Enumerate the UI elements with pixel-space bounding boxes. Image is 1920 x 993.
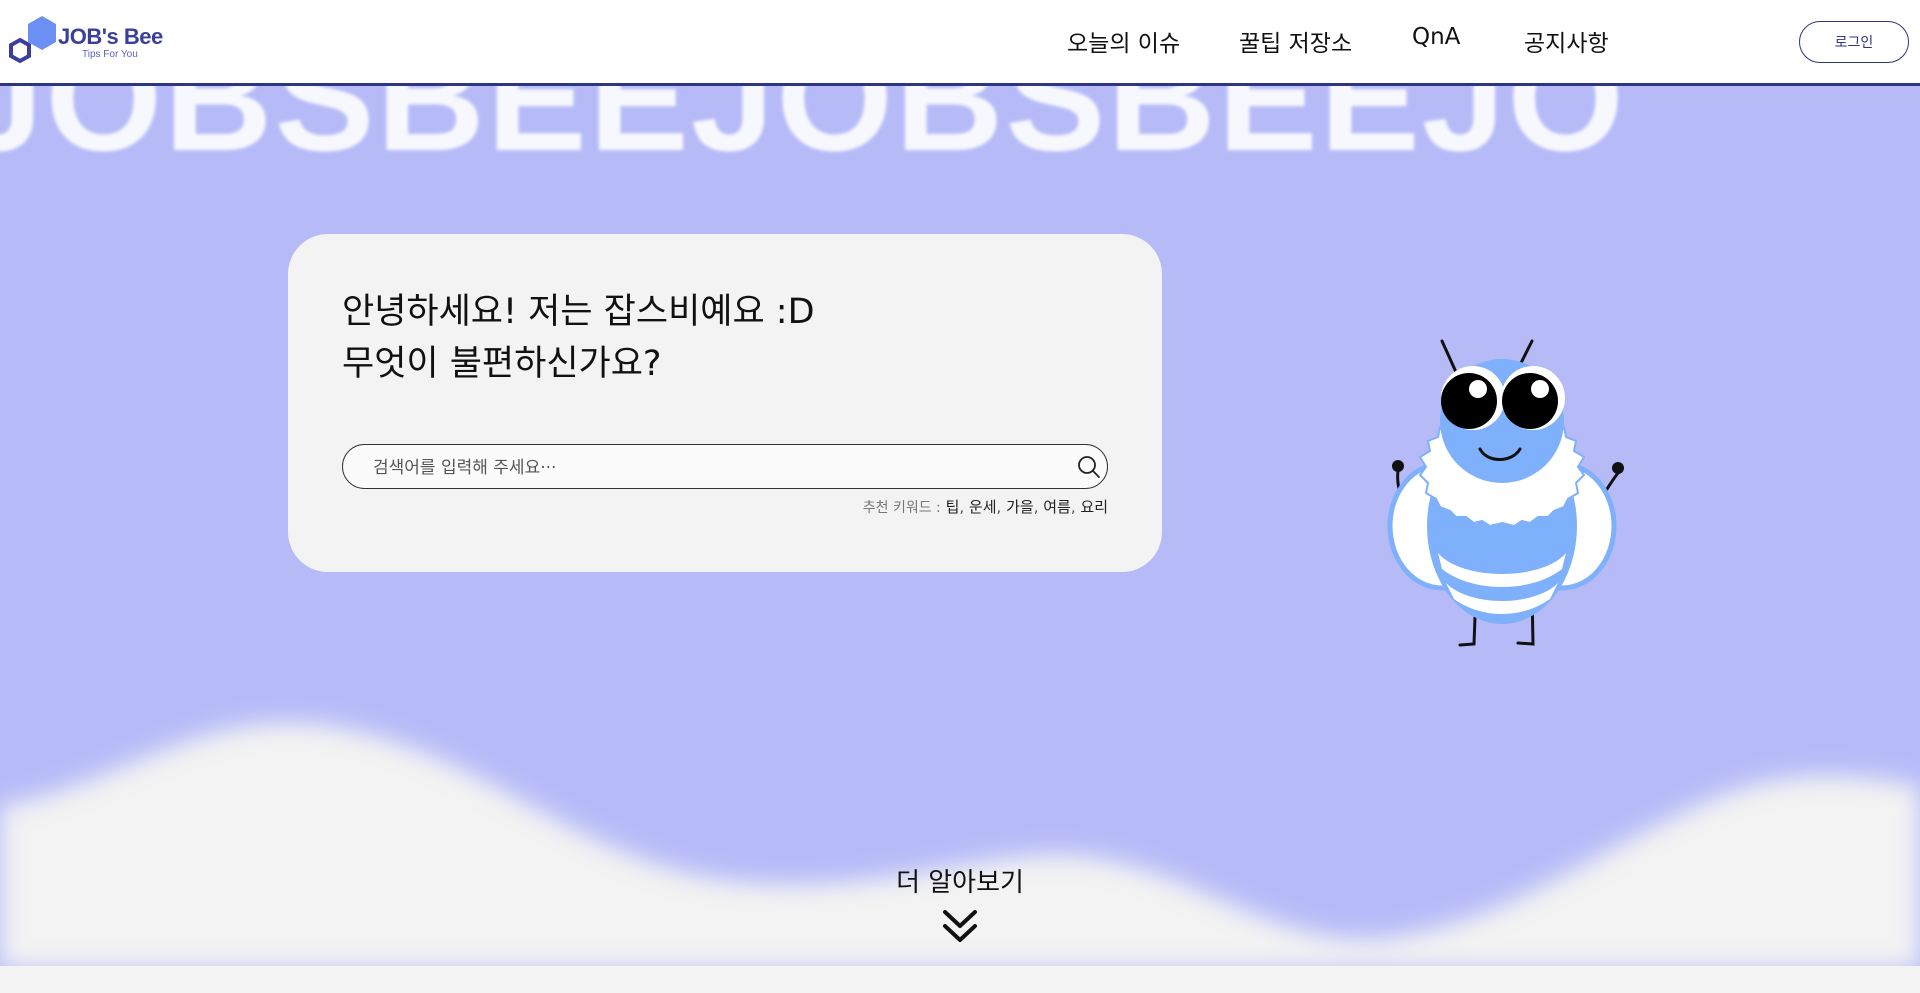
- keywords-label: 추천 키워드 :: [862, 500, 941, 516]
- keyword-link[interactable]: 여름: [1043, 498, 1071, 516]
- double-chevron-down-icon[interactable]: [941, 908, 979, 946]
- search-input[interactable]: [371, 445, 1055, 490]
- keyword-link[interactable]: 가을: [1006, 498, 1034, 516]
- nav-item-qna[interactable]: QnA: [1412, 24, 1460, 50]
- brand-subtitle: Tips For You: [82, 49, 138, 60]
- greeting-text: 안녕하세요! 저는 잡스비예요 :D 무엇이 불편하신가요?: [342, 286, 815, 390]
- recommended-keywords: 추천 키워드 : 팁, 운세, 가을, 여름, 요리: [862, 498, 1108, 516]
- keyword-link[interactable]: 팁: [946, 498, 960, 516]
- top-header: JOB's Bee Tips For You 오늘의 이슈 꿀팁 저장소 QnA…: [0, 0, 1920, 86]
- login-button[interactable]: 로그인: [1799, 21, 1909, 63]
- brand-logo[interactable]: JOB's Bee Tips For You: [8, 14, 168, 66]
- search-bar[interactable]: [342, 444, 1108, 490]
- hero-section: JOBSBEEJOBSBEEJO 안녕하세요! 저는 잡스비예요 :D 무엇이 …: [0, 86, 1920, 969]
- brand-title: JOB's Bee: [58, 24, 163, 49]
- greeting-line-2: 무엇이 불편하신가요?: [342, 344, 662, 384]
- nav-item-tips-storage[interactable]: 꿀팁 저장소: [1239, 24, 1352, 58]
- search-icon[interactable]: [1077, 455, 1101, 479]
- bee-mascot: [1387, 339, 1624, 647]
- keyword-link[interactable]: 요리: [1080, 498, 1108, 516]
- keyword-link[interactable]: 운세: [969, 498, 997, 516]
- greeting-line-1: 안녕하세요! 저는 잡스비예요 :D: [342, 292, 815, 332]
- learn-more[interactable]: 더 알아보기: [0, 862, 1920, 942]
- search-card: 안녕하세요! 저는 잡스비예요 :D 무엇이 불편하신가요? 추천 키워드 : …: [288, 234, 1162, 572]
- nav-item-today-issue[interactable]: 오늘의 이슈: [1067, 24, 1180, 58]
- nav-item-notice[interactable]: 공지사항: [1524, 24, 1609, 58]
- learn-more-label[interactable]: 더 알아보기: [896, 868, 1024, 898]
